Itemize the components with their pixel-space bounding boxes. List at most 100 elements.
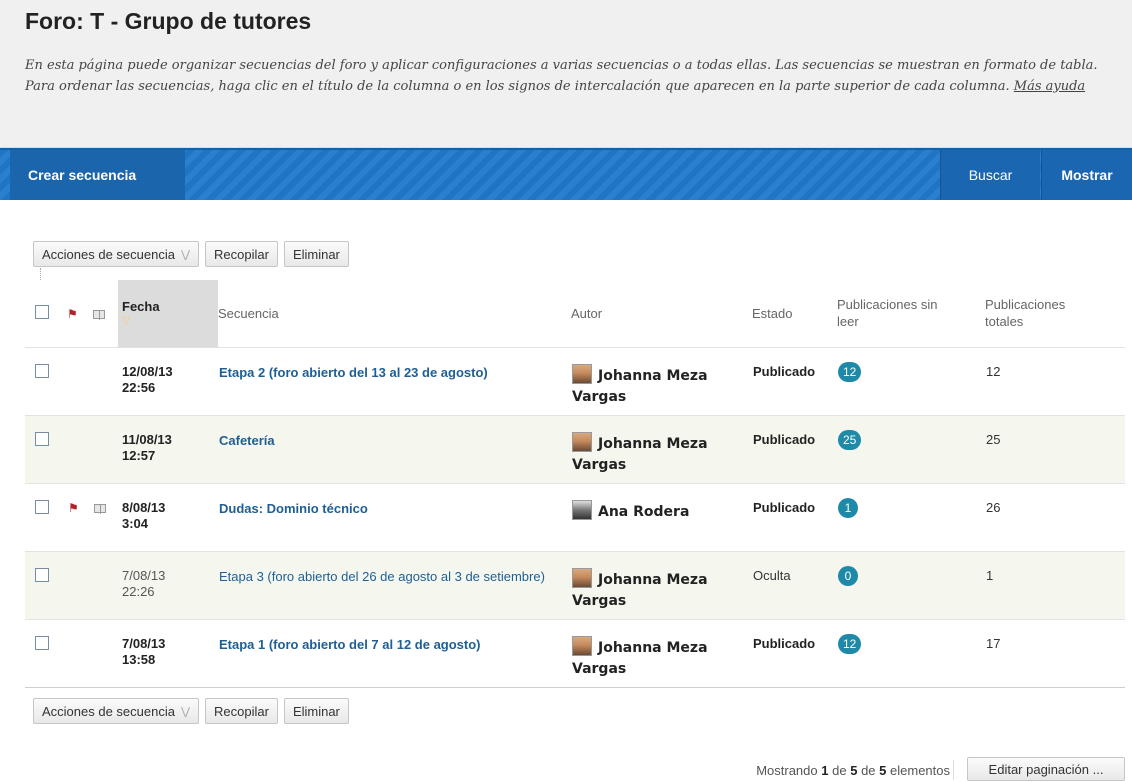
state-cell: Publicado <box>752 414 837 483</box>
flag-icon: ⚑ <box>67 306 78 321</box>
more-help-link[interactable]: Más ayuda <box>1014 79 1085 94</box>
row-checkbox-cell <box>25 414 67 483</box>
thread-date: 8/08/13 3:04 <box>122 499 166 531</box>
state-column-header[interactable]: Estado <box>752 280 837 347</box>
pagination-total: 5 <box>879 763 887 778</box>
delete-button[interactable]: Eliminar <box>283 241 349 267</box>
delete-button[interactable]: Eliminar <box>283 698 349 724</box>
total-count: 12 <box>986 363 1001 379</box>
thread-date: 7/08/13 22:26 <box>122 567 166 599</box>
threads-table: ⚑ Fecha ▽ Secuencia Autor Estado Publica… <box>25 280 1125 688</box>
total-count: 25 <box>986 431 1001 447</box>
date-cell: 8/08/13 3:04 <box>118 482 218 551</box>
date-column-header[interactable]: Fecha ▽ <box>118 280 218 347</box>
date-header-label: Fecha <box>122 299 160 315</box>
book-icon <box>93 309 105 320</box>
date-cell: 7/08/13 22:26 <box>118 550 218 619</box>
select-all-checkbox[interactable] <box>35 304 49 319</box>
unread-header-label: Publicaciones sin leer <box>837 297 938 330</box>
author-name: Johanna Meza Vargas <box>572 435 708 473</box>
divider <box>953 760 954 780</box>
thread-date: 11/08/13 12:57 <box>122 431 172 463</box>
thread-state: Oculta <box>753 567 791 583</box>
search-button[interactable]: Buscar <box>940 150 1040 200</box>
thread-link[interactable]: Dudas: Dominio técnico <box>219 500 549 518</box>
row-checkbox[interactable] <box>35 363 49 378</box>
pagination-of1: de <box>832 763 847 778</box>
row-checkbox[interactable] <box>35 499 49 514</box>
unread-badge[interactable]: 25 <box>838 429 862 450</box>
unread-badge[interactable]: 0 <box>838 565 858 586</box>
table-row: 7/08/13 22:26 Etapa 3 (foro abierto del … <box>25 550 1125 619</box>
total-count: 17 <box>986 635 1001 651</box>
thread-column-header[interactable]: Secuencia <box>218 280 571 347</box>
flag-cell <box>67 550 93 619</box>
unread-badge[interactable]: 1 <box>838 497 858 518</box>
author-cell: Ana Rodera <box>571 482 752 551</box>
page-title: Foro: T - Grupo de tutores <box>25 8 312 34</box>
total-column-header[interactable]: Publicaciones totales <box>985 280 1125 347</box>
show-button[interactable]: Mostrar <box>1041 150 1132 200</box>
flag-cell <box>67 414 93 483</box>
unread-badge[interactable]: 12 <box>838 361 862 382</box>
thread-toolbar-bottom: Acciones de secuencia ⋁ Recopilar Elimin… <box>33 698 349 726</box>
thread-state: Publicado <box>753 635 816 651</box>
total-count: 1 <box>986 567 994 583</box>
date-cell: 11/08/13 12:57 <box>118 414 218 483</box>
total-cell: 12 <box>985 346 1125 415</box>
page-header: Foro: T - Grupo de tutores En esta págin… <box>0 0 1132 148</box>
chevron-down-icon: ⋁ <box>180 705 191 718</box>
create-thread-button[interactable]: Crear secuencia <box>10 150 185 200</box>
edit-pagination-button[interactable]: Editar paginación ... <box>967 757 1125 781</box>
pagination-of2: de <box>861 763 876 778</box>
collect-button[interactable]: Recopilar <box>205 241 278 267</box>
sort-caret-icon: ▽ <box>122 315 131 328</box>
thread-cell: Dudas: Dominio técnico <box>218 482 571 551</box>
pagination-to: 5 <box>850 763 858 778</box>
chevron-down-icon: ⋁ <box>180 248 191 261</box>
total-cell: 1 <box>985 550 1125 619</box>
state-cell: Publicado <box>752 346 837 415</box>
unread-column-header[interactable]: Publicaciones sin leer <box>837 280 985 347</box>
unread-cell: 0 <box>837 550 985 619</box>
thread-cell: Etapa 3 (foro abierto del 26 de agosto a… <box>218 550 571 619</box>
threads-body: 12/08/13 22:56 Etapa 2 (foro abierto del… <box>25 346 1125 688</box>
row-checkbox[interactable] <box>35 431 49 446</box>
avatar <box>572 499 592 520</box>
read-cell <box>93 346 118 415</box>
action-bar: Crear secuencia Buscar Mostrar <box>0 148 1132 200</box>
book-icon[interactable] <box>94 503 106 514</box>
thread-link[interactable]: Etapa 2 (foro abierto del 13 al 23 de ag… <box>219 364 549 382</box>
row-checkbox[interactable] <box>35 567 49 582</box>
pagination-prefix: Mostrando <box>756 763 818 778</box>
flag-icon[interactable]: ⚑ <box>68 501 79 515</box>
author-name: Johanna Meza Vargas <box>572 639 708 677</box>
author-column-header[interactable]: Autor <box>571 280 752 347</box>
author-cell: Johanna Meza Vargas <box>571 346 752 415</box>
row-checkbox[interactable] <box>35 635 49 650</box>
page-description: En esta página puede organizar secuencia… <box>25 55 1123 97</box>
thread-link[interactable]: Cafetería <box>219 432 549 450</box>
author-cell: Johanna Meza Vargas <box>571 414 752 483</box>
thread-link[interactable]: Etapa 1 (foro abierto del 7 al 12 de ago… <box>219 636 549 654</box>
row-checkbox-cell <box>25 550 67 619</box>
read-cell <box>93 550 118 619</box>
author-cell: Johanna Meza Vargas <box>571 618 752 688</box>
thread-link[interactable]: Etapa 3 (foro abierto del 26 de agosto a… <box>219 568 549 586</box>
flag-header[interactable]: ⚑ <box>67 280 93 347</box>
collect-button[interactable]: Recopilar <box>205 698 278 724</box>
total-cell: 17 <box>985 618 1125 688</box>
table-row: ⚑ 8/08/13 3:04 Dudas: Dominio técnico An… <box>25 482 1125 551</box>
table-row: 7/08/13 13:58 Etapa 1 (foro abierto del … <box>25 618 1125 688</box>
flag-cell <box>67 346 93 415</box>
unread-cell: 12 <box>837 618 985 688</box>
unread-badge[interactable]: 12 <box>838 633 862 654</box>
thread-actions-dropdown[interactable]: Acciones de secuencia ⋁ <box>33 241 200 267</box>
pagination-footer: Mostrando 1 de 5 de 5 elementos Editar p… <box>0 757 1132 782</box>
author-name: Johanna Meza Vargas <box>572 367 708 405</box>
avatar <box>572 635 592 656</box>
thread-actions-dropdown[interactable]: Acciones de secuencia ⋁ <box>33 698 200 724</box>
thread-state: Publicado <box>753 363 816 379</box>
state-cell: Publicado <box>752 618 837 688</box>
read-header[interactable] <box>93 280 118 347</box>
